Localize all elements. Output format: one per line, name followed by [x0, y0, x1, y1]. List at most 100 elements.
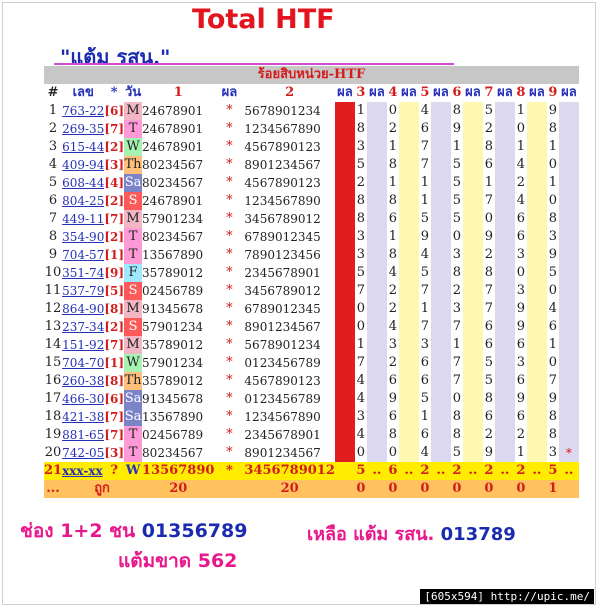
row-number: 16	[44, 373, 62, 388]
row-spacer	[558, 228, 579, 246]
row-lek-link[interactable]: 260-38	[62, 372, 104, 390]
row-lek-link[interactable]: 351-74	[62, 264, 104, 282]
row-lek-link[interactable]: 409-94	[62, 156, 104, 174]
footer-line-2-value: 562	[197, 550, 238, 572]
row-spacer	[526, 228, 547, 246]
results-table: ร้อยสิบหน่วย-HTF # เลข * วัน 1 ผล 2 ผล 3…	[44, 66, 579, 498]
row-number: 2	[48, 121, 58, 136]
row-spacer	[462, 390, 483, 408]
table-caption: ร้อยสิบหน่วย-HTF	[44, 66, 579, 84]
row-lek-link[interactable]: 615-44	[62, 138, 104, 156]
red-column-cell	[334, 120, 355, 138]
row-value: 1	[356, 337, 366, 352]
row-digits-2: 1234567890	[244, 194, 321, 208]
row-lek-link[interactable]: 237-34	[62, 318, 104, 336]
row-lek-link[interactable]: 608-44	[62, 174, 104, 192]
red-column-cell	[334, 318, 355, 336]
table-row: 2 269-35 [7] T 24678901 * 1234567890 8 2 6 9 2 0 8	[44, 120, 579, 138]
red-column-cell	[334, 336, 355, 354]
red-column-cell	[334, 138, 355, 156]
row-code: [7]	[104, 428, 125, 442]
row-value: 0	[356, 319, 366, 334]
row-digits-2: 4567890123	[244, 176, 321, 190]
row-digits-1: 57901234	[142, 320, 204, 334]
row-day: S	[124, 192, 143, 210]
row-lek-link[interactable]: 421-38	[62, 408, 104, 426]
row-spacer	[494, 156, 515, 174]
row-number: 15	[44, 355, 62, 370]
row-value: 6	[516, 229, 526, 244]
table-row: 11 537-79 [5] S 02456789 * 3456789012 7 2 7 2 7 3 0	[44, 282, 579, 300]
row-value: 7	[356, 283, 366, 298]
row-spacer	[526, 192, 547, 210]
row-value: 3	[388, 337, 398, 352]
totals-label: ถูก	[62, 480, 143, 498]
row-value: 1	[388, 139, 398, 154]
red-column-cell	[334, 300, 355, 318]
row-lek-link[interactable]: 704-57	[62, 246, 104, 264]
row-spacer	[430, 354, 451, 372]
row-value: 6	[516, 337, 526, 352]
totals-col-2: 20	[244, 480, 335, 498]
row-spacer	[462, 318, 483, 336]
row-lek-link[interactable]: 151-92	[62, 336, 104, 354]
row-value: 7	[452, 319, 462, 334]
row-value: 2	[388, 301, 398, 316]
row-value: 3	[356, 139, 366, 154]
totals-spacer	[462, 480, 483, 498]
row-marker: *	[226, 427, 233, 442]
row-lek-link[interactable]: 449-11	[62, 210, 104, 228]
row-code: [4]	[104, 176, 125, 190]
row-spacer	[462, 444, 483, 462]
row-spacer	[558, 156, 579, 174]
row-lek-link[interactable]: 763-22	[62, 102, 104, 120]
row-spacer	[526, 264, 547, 282]
row-spacer	[430, 300, 451, 318]
row-value: 2	[482, 462, 495, 480]
row-lek-link[interactable]: 804-25	[62, 192, 104, 210]
row-value: 3	[420, 337, 430, 352]
row-lek-link[interactable]: 742-05	[62, 444, 104, 462]
row-spacer	[462, 156, 483, 174]
row-lek-link[interactable]: 354-90	[62, 228, 104, 246]
row-spacer	[398, 138, 419, 156]
row-spacer	[430, 138, 451, 156]
row-spacer	[494, 354, 515, 372]
row-spacer	[494, 426, 515, 444]
row-spacer	[494, 408, 515, 426]
row-lek-link[interactable]: 864-90	[62, 300, 104, 318]
col-two: 2	[244, 84, 335, 102]
row-lek-link[interactable]: 466-30	[62, 390, 104, 408]
row-value: 3	[356, 247, 366, 262]
row-value: 5	[548, 265, 558, 280]
row-code: [6]	[104, 392, 125, 406]
row-digits-1: 24678901	[142, 194, 204, 208]
row-spacer	[430, 426, 451, 444]
watermark: [605x594] http://upic.me/	[420, 589, 594, 604]
row-spacer	[398, 318, 419, 336]
row-lek-link[interactable]: xxx-xx	[62, 462, 105, 480]
row-digits-2: 5678901234	[244, 104, 321, 118]
row-digits-1: 13567890	[142, 462, 215, 480]
table-row: 16 260-38 [8] Th 35789012 * 4567890123 4 6 6 7 5 6 7	[44, 372, 579, 390]
row-lek-link[interactable]: 537-79	[62, 282, 104, 300]
row-marker: *	[226, 355, 233, 370]
row-spacer	[558, 192, 579, 210]
row-spacer	[398, 390, 419, 408]
row-lek-link[interactable]: 704-70	[62, 354, 104, 372]
totals-spacer	[430, 480, 451, 498]
col-hash: #	[44, 84, 63, 102]
row-day: T	[124, 246, 143, 264]
row-lek-link[interactable]: 269-35	[62, 120, 104, 138]
row-digits-1: 35789012	[142, 266, 204, 280]
row-spacer	[558, 300, 579, 318]
row-lek-link[interactable]: 881-65	[62, 426, 104, 444]
row-spacer	[462, 282, 483, 300]
row-value: 2	[516, 427, 526, 442]
red-column-cell	[334, 462, 355, 480]
row-digits-2: 8901234567	[244, 158, 321, 172]
row-value: 6	[420, 373, 430, 388]
totals-value: 0	[386, 480, 399, 498]
row-value: 1	[356, 103, 366, 118]
table-row: 3 615-44 [2] W 24678901 * 4567890123 3 1 7 1 8 1 1	[44, 138, 579, 156]
